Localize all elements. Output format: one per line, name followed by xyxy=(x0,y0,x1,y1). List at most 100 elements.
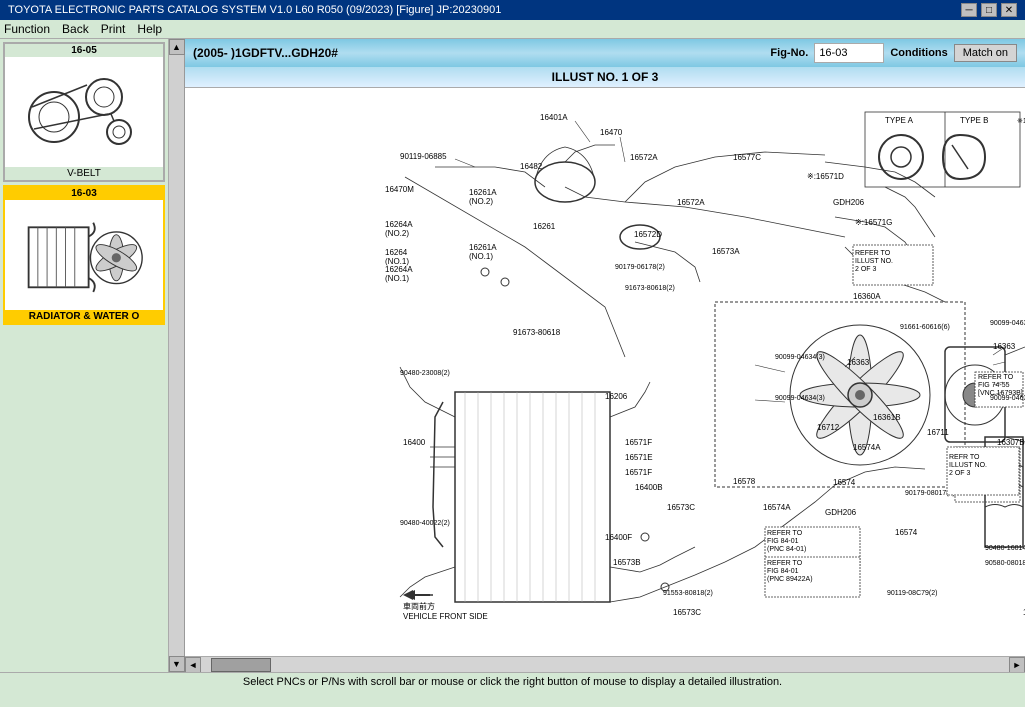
svg-text:16572A: 16572A xyxy=(630,153,658,162)
svg-text:16574: 16574 xyxy=(833,478,856,487)
sidebar-item-vbelt[interactable]: 16-05 V-B xyxy=(3,42,165,182)
title-bar: TOYOTA ELECTRONIC PARTS CATALOG SYSTEM V… xyxy=(0,0,1025,20)
sidebar-item-radiator-image xyxy=(5,200,163,310)
maximize-button[interactable]: □ xyxy=(981,3,997,17)
scroll-right-button[interactable]: ► xyxy=(1009,657,1025,673)
sidebar-scroll-down[interactable]: ▼ xyxy=(169,656,185,672)
sidebar-scroll-up[interactable]: ▲ xyxy=(169,39,185,55)
scroll-track[interactable] xyxy=(201,657,1009,673)
svg-text:16261: 16261 xyxy=(533,222,556,231)
diagram-area[interactable]: .lbl { font-size: 8px; font-family: Aria… xyxy=(185,88,1025,656)
svg-text:ILLUST NO.: ILLUST NO. xyxy=(949,462,987,469)
svg-text:(NO.1): (NO.1) xyxy=(385,274,409,283)
content-area: (2005- )1GDFTV...GDH20# Fig-No. Conditio… xyxy=(185,39,1025,672)
window-controls: ─ □ ✕ xyxy=(961,3,1017,17)
svg-text:16573A: 16573A xyxy=(712,247,740,256)
svg-text:2 OF 3: 2 OF 3 xyxy=(855,266,877,273)
svg-text:16577C: 16577C xyxy=(733,153,761,162)
svg-text:16307B: 16307B xyxy=(997,438,1025,447)
menu-print[interactable]: Print xyxy=(101,22,126,36)
svg-text:16470: 16470 xyxy=(600,128,623,137)
minimize-button[interactable]: ─ xyxy=(961,3,977,17)
sidebar-item-vbelt-image xyxy=(5,57,163,167)
match-button[interactable]: Match on xyxy=(954,44,1017,62)
svg-text:16578: 16578 xyxy=(733,477,756,486)
svg-text:16573B: 16573B xyxy=(613,558,641,567)
svg-text:車両前方: 車両前方 xyxy=(403,601,435,611)
svg-text:ILLUST NO.: ILLUST NO. xyxy=(855,258,893,265)
status-text: Select PNCs or P/Ns with scroll bar or m… xyxy=(243,676,782,688)
svg-text:16261A: 16261A xyxy=(469,243,497,252)
sidebar-item-radiator-code: 16-03 xyxy=(5,187,163,200)
svg-text:TYPE B: TYPE B xyxy=(960,116,988,125)
status-bar: Select PNCs or P/Ns with scroll bar or m… xyxy=(0,672,1025,691)
svg-text:16712: 16712 xyxy=(817,423,840,432)
app-title: TOYOTA ELECTRONIC PARTS CATALOG SYSTEM V… xyxy=(8,4,501,16)
svg-text:16574A: 16574A xyxy=(763,503,791,512)
svg-text:16401A: 16401A xyxy=(540,113,568,122)
svg-text:16711: 16711 xyxy=(927,428,949,437)
svg-text:※:16571D: ※:16571D xyxy=(807,172,844,181)
svg-text:16363: 16363 xyxy=(847,358,870,367)
svg-text:FIG 74-55: FIG 74-55 xyxy=(978,382,1010,389)
svg-text:91673-80618(2): 91673-80618(2) xyxy=(625,285,675,292)
sidebar-items: 16-05 V-B xyxy=(0,39,168,672)
svg-text:90480-23008(2): 90480-23008(2) xyxy=(400,370,450,377)
svg-text:90119-08C79(2): 90119-08C79(2) xyxy=(887,590,937,597)
menu-function[interactable]: Function xyxy=(4,22,50,36)
sidebar-item-vbelt-code: 16-05 xyxy=(5,44,163,57)
svg-text:90480-16014(2): 90480-16014(2) xyxy=(985,545,1025,552)
svg-text:(NO.1): (NO.1) xyxy=(469,252,493,261)
sidebar-item-radiator[interactable]: 16-03 xyxy=(3,185,165,325)
illust-text: ILLUST NO. 1 OF 3 xyxy=(552,70,659,84)
svg-text:90580-08018(2): 90580-08018(2) xyxy=(985,560,1025,567)
svg-text:(PNC 84-01): (PNC 84-01) xyxy=(767,546,806,553)
sidebar-item-vbelt-label: V-BELT xyxy=(5,167,163,180)
sidebar-scrollbar: ▲ ▼ xyxy=(168,39,184,672)
svg-text:16574A: 16574A xyxy=(853,443,881,452)
fig-no-input[interactable] xyxy=(814,43,884,63)
scroll-left-button[interactable]: ◄ xyxy=(185,657,201,673)
svg-text:※1: ※1 xyxy=(1017,118,1025,125)
svg-text:90099-04633(3): 90099-04633(3) xyxy=(990,320,1025,327)
svg-text:90480-40022(2): 90480-40022(2) xyxy=(400,520,450,527)
content-header: (2005- )1GDFTV...GDH20# Fig-No. Conditio… xyxy=(185,39,1025,67)
sidebar-container: 16-05 V-B xyxy=(0,39,185,672)
svg-text:16482: 16482 xyxy=(520,162,543,171)
svg-text:GDH206: GDH206 xyxy=(833,198,865,207)
svg-text:90099-04634(3): 90099-04634(3) xyxy=(775,395,825,402)
svg-text:TYPE A: TYPE A xyxy=(885,116,914,125)
svg-text:16470M: 16470M xyxy=(385,185,414,194)
svg-text:16361B: 16361B xyxy=(873,413,901,422)
svg-text:16572A: 16572A xyxy=(677,198,705,207)
svg-text:16264A: 16264A xyxy=(385,220,413,229)
svg-text:16363: 16363 xyxy=(993,342,1016,351)
scroll-thumb[interactable] xyxy=(211,658,271,672)
main-layout: 16-05 V-B xyxy=(0,39,1025,672)
svg-text:16400F: 16400F xyxy=(605,533,632,542)
svg-text:FIG 84-01: FIG 84-01 xyxy=(767,538,799,545)
svg-text:90119-06885: 90119-06885 xyxy=(400,152,447,161)
fig-section: Fig-No. Conditions Match on xyxy=(770,43,1017,63)
menu-help[interactable]: Help xyxy=(137,22,162,36)
svg-text:(NO.2): (NO.2) xyxy=(385,229,409,238)
close-button[interactable]: ✕ xyxy=(1001,3,1017,17)
svg-text:16206: 16206 xyxy=(605,392,628,401)
radiator-svg xyxy=(24,210,144,300)
menu-bar: Function Back Print Help xyxy=(0,20,1025,39)
svg-text:REFER TO: REFER TO xyxy=(978,374,1014,381)
horizontal-scrollbar: ◄ ► xyxy=(185,656,1025,672)
svg-text:91661-60616(6): 91661-60616(6) xyxy=(900,324,950,331)
conditions-label: Conditions xyxy=(890,47,947,59)
fig-no-label: Fig-No. xyxy=(770,47,808,59)
svg-text:16261A: 16261A xyxy=(469,188,497,197)
svg-text:16573C: 16573C xyxy=(673,608,701,617)
svg-text:16264: 16264 xyxy=(385,248,408,257)
svg-text:16573C: 16573C xyxy=(667,503,695,512)
svg-text:REFR TO: REFR TO xyxy=(949,454,980,461)
svg-text:2 OF 3: 2 OF 3 xyxy=(949,470,971,477)
svg-text:(PNC 89422A): (PNC 89422A) xyxy=(767,576,813,583)
menu-back[interactable]: Back xyxy=(62,22,89,36)
svg-text:FIG 84-01: FIG 84-01 xyxy=(767,568,799,575)
svg-text:16264A: 16264A xyxy=(385,265,413,274)
